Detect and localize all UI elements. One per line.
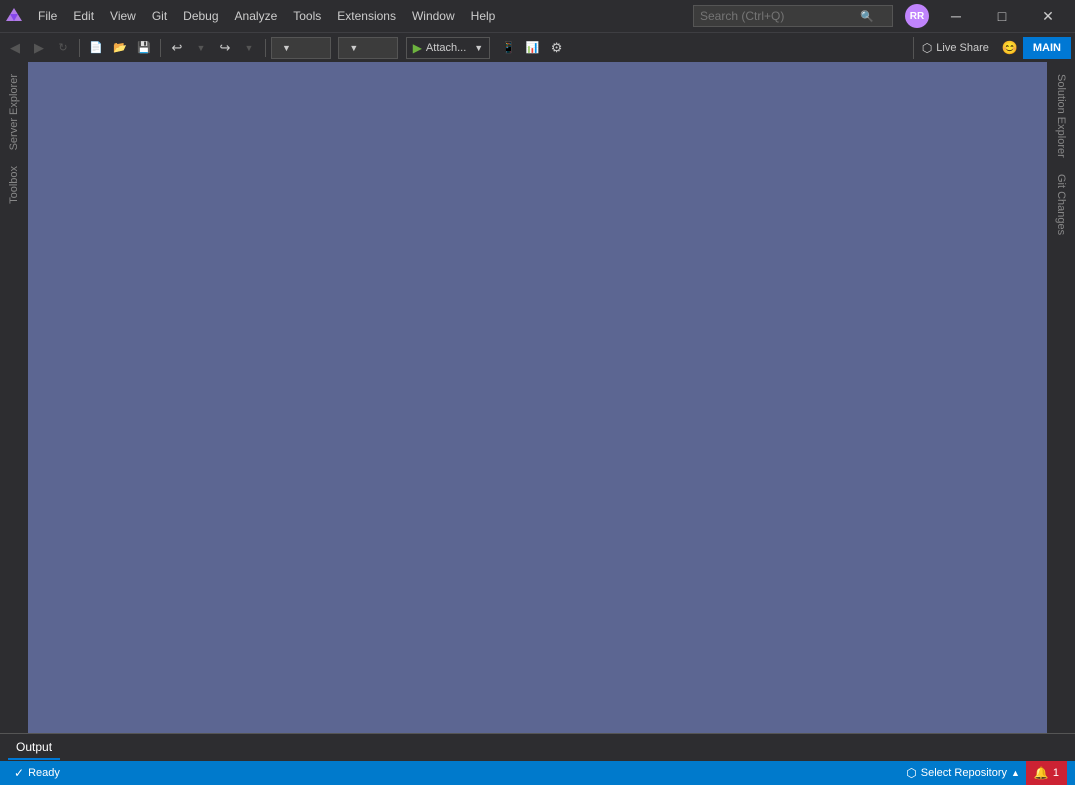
device-toolbar-button[interactable]: 📱 — [498, 37, 520, 59]
attach-dropdown-caret: ▼ — [474, 43, 483, 53]
platform-dropdown-caret: ▼ — [349, 43, 358, 53]
status-bar: ✓ Ready ⬡ Select Repository ▲ 🔔 1 — [0, 761, 1075, 785]
search-input[interactable] — [700, 9, 860, 23]
repo-label: Select Repository — [921, 767, 1007, 779]
live-share-button[interactable]: ⬡ Live Share — [913, 37, 997, 59]
toolbar: ◀ ▶ ↻ 📄 📂 💾 ↩ ▼ ↪ ▼ ▼ ▼ ▶ Attach... ▼ 📱 … — [0, 32, 1075, 62]
settings-cog-button[interactable]: ⚙ — [546, 37, 568, 59]
forward-button[interactable]: ▶ — [28, 37, 50, 59]
menu-extensions[interactable]: Extensions — [329, 5, 404, 27]
menu-help[interactable]: Help — [463, 5, 504, 27]
menu-bar: File Edit View Git Debug Analyze Tools E… — [30, 5, 685, 27]
menu-window[interactable]: Window — [404, 5, 463, 27]
repo-caret: ▲ — [1011, 768, 1020, 778]
main-area: Server Explorer Toolbox Solution Explore… — [0, 62, 1075, 733]
window-controls: ─ □ ✕ — [933, 0, 1071, 32]
config-dropdown[interactable]: ▼ — [271, 37, 331, 59]
sidebar-item-toolbox[interactable]: Toolbox — [4, 158, 24, 212]
back-button[interactable]: ◀ — [4, 37, 26, 59]
undo-button[interactable]: ↩ — [166, 37, 188, 59]
restore-button[interactable]: □ — [979, 0, 1025, 32]
error-icon: 🔔 — [1034, 766, 1049, 780]
search-icon: 🔍 — [860, 10, 874, 23]
status-ready[interactable]: ✓ Ready — [8, 761, 66, 785]
redo-dropdown[interactable]: ▼ — [238, 37, 260, 59]
menu-view[interactable]: View — [102, 5, 144, 27]
left-sidebar: Server Explorer Toolbox — [0, 62, 28, 733]
sidebar-item-solution-explorer[interactable]: Solution Explorer — [1051, 66, 1071, 166]
refresh-button[interactable]: ↻ — [52, 37, 74, 59]
right-sidebar: Solution Explorer Git Changes — [1047, 62, 1075, 733]
config-dropdown-caret: ▼ — [282, 43, 291, 53]
attach-label: Attach... — [426, 42, 466, 54]
menu-analyze[interactable]: Analyze — [227, 5, 286, 27]
redo-button[interactable]: ↪ — [214, 37, 236, 59]
menu-git[interactable]: Git — [144, 5, 175, 27]
editor-area[interactable] — [28, 62, 1047, 733]
close-button[interactable]: ✕ — [1025, 0, 1071, 32]
attach-button[interactable]: ▶ Attach... ▼ — [406, 37, 491, 59]
sep3 — [265, 39, 266, 57]
menu-edit[interactable]: Edit — [65, 5, 102, 27]
new-file-button[interactable]: 📄 — [85, 37, 107, 59]
tab-output[interactable]: Output — [8, 736, 60, 760]
open-button[interactable]: 📂 — [109, 37, 131, 59]
sidebar-item-git-changes[interactable]: Git Changes — [1051, 166, 1071, 243]
title-bar: File Edit View Git Debug Analyze Tools E… — [0, 0, 1075, 32]
undo-dropdown[interactable]: ▼ — [190, 37, 212, 59]
sep2 — [160, 39, 161, 57]
error-count: 1 — [1053, 767, 1059, 779]
bottom-panel: Output — [0, 733, 1075, 761]
platform-dropdown[interactable]: ▼ — [338, 37, 398, 59]
title-search-box[interactable]: 🔍 — [693, 5, 893, 27]
main-badge[interactable]: MAIN — [1023, 37, 1071, 59]
error-count-badge[interactable]: 🔔 1 — [1026, 761, 1067, 785]
repo-icon: ⬡ — [906, 766, 916, 780]
app-icon — [4, 6, 24, 26]
status-icon: ✓ — [14, 766, 24, 780]
menu-file[interactable]: File — [30, 5, 65, 27]
performance-button[interactable]: 📊 — [522, 37, 544, 59]
minimize-button[interactable]: ─ — [933, 0, 979, 32]
liveshare-label: Live Share — [936, 42, 989, 54]
sidebar-item-server-explorer[interactable]: Server Explorer — [4, 66, 24, 158]
play-icon: ▶ — [413, 41, 422, 55]
select-repository-button[interactable]: ⬡ Select Repository ▲ — [900, 761, 1026, 785]
menu-debug[interactable]: Debug — [175, 5, 226, 27]
feedback-button[interactable]: 😊 — [999, 37, 1021, 59]
liveshare-icon: ⬡ — [922, 41, 932, 55]
sep1 — [79, 39, 80, 57]
save-button[interactable]: 💾 — [133, 37, 155, 59]
menu-tools[interactable]: Tools — [285, 5, 329, 27]
status-ready-label: Ready — [28, 767, 60, 779]
user-avatar[interactable]: RR — [905, 4, 929, 28]
